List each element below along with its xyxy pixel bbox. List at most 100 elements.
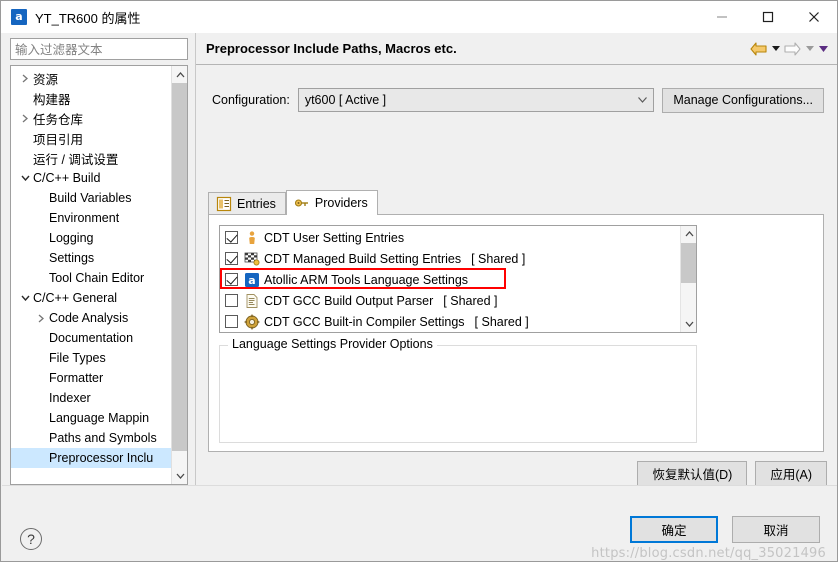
- cancel-button[interactable]: 取消: [732, 516, 820, 543]
- sidebar-item-label: C/C++ Build: [33, 171, 101, 185]
- help-question-icon[interactable]: ?: [20, 528, 42, 550]
- page-action-buttons: 恢复默认值(D) 应用(A): [637, 461, 827, 486]
- provider-row[interactable]: CDT GCC Build Output Parser [ Shared ]: [220, 290, 680, 311]
- providers-tab-panel: CDT User Setting Entries CDT Managed Buil…: [208, 214, 824, 452]
- providers-scrollbar[interactable]: [680, 226, 696, 332]
- provider-row[interactable]: CDT Managed Build Setting Entries [ Share…: [220, 248, 680, 269]
- minimize-icon[interactable]: [699, 1, 745, 33]
- more-chevron-down-icon[interactable]: [818, 43, 829, 55]
- back-arrow-icon[interactable]: [750, 41, 767, 56]
- sidebar-item[interactable]: Settings: [11, 248, 171, 268]
- scroll-up-icon[interactable]: [681, 226, 696, 242]
- provider-shared-badge: [ Shared ]: [474, 314, 529, 329]
- tree-scrollbar-thumb[interactable]: [172, 83, 187, 451]
- gear-settings-icon: [244, 314, 260, 330]
- sidebar-item[interactable]: 项目引用: [11, 128, 171, 148]
- sidebar-item-label: 任务仓库: [33, 112, 84, 127]
- sidebar-item[interactable]: Environment: [11, 208, 171, 228]
- sidebar-item-label: Tool Chain Editor: [49, 271, 145, 285]
- chevron-right-icon[interactable]: [17, 108, 33, 128]
- forward-menu-chevron-down-icon[interactable]: [804, 43, 815, 55]
- sidebar-item[interactable]: 运行 / 调试设置: [11, 148, 171, 168]
- sidebar-item-label: Code Analysis: [49, 311, 129, 325]
- tab-entries[interactable]: Entries: [208, 192, 286, 215]
- tree-vertical-scrollbar[interactable]: [171, 66, 187, 484]
- sidebar-item[interactable]: C/C++ General: [11, 288, 171, 308]
- sidebar-item-label: 资源: [33, 72, 59, 87]
- settings-tree-pane: 输入过滤器文本 资源 构建器任务仓库 项目引用 运行 / 调试设置 C/C++ Buil…: [2, 33, 194, 502]
- scroll-down-icon[interactable]: [681, 316, 696, 332]
- chevron-down-icon[interactable]: [17, 168, 33, 188]
- sidebar-item[interactable]: 任务仓库: [11, 108, 171, 128]
- sidebar-item[interactable]: C/C++ Build: [11, 168, 171, 188]
- forward-arrow-icon[interactable]: [784, 41, 801, 56]
- sidebar-item[interactable]: Documentation: [11, 328, 171, 348]
- sidebar-item[interactable]: Indexer: [11, 388, 171, 408]
- tab-entries-label: Entries: [237, 197, 276, 211]
- sidebar-item[interactable]: Paths and Symbols: [11, 428, 171, 448]
- sidebar-item[interactable]: Formatter: [11, 368, 171, 388]
- sidebar-item-label: File Types: [49, 351, 106, 365]
- provider-label: Atollic ARM Tools Language Settings: [264, 272, 469, 287]
- tree-item-list: 资源 构建器任务仓库 项目引用 运行 / 调试设置 C/C++ Build Build V…: [11, 68, 171, 470]
- chevron-right-icon[interactable]: [33, 308, 49, 328]
- provider-checkbox[interactable]: [225, 231, 238, 244]
- sidebar-item-label: CMSIS-SVD 设置: [33, 469, 131, 471]
- provider-checkbox[interactable]: [225, 315, 238, 328]
- provider-checkbox[interactable]: [225, 273, 238, 286]
- provider-label: CDT User Setting Entries: [264, 230, 405, 245]
- back-menu-chevron-down-icon[interactable]: [770, 43, 781, 55]
- close-icon[interactable]: [791, 1, 837, 33]
- sidebar-item[interactable]: 资源: [11, 68, 171, 88]
- sidebar-item[interactable]: File Types: [11, 348, 171, 368]
- sidebar-item[interactable]: Logging: [11, 228, 171, 248]
- sidebar-item[interactable]: CMSIS-SVD 设置: [11, 468, 171, 470]
- sidebar-item-label: Logging: [49, 231, 94, 245]
- provider-checkbox[interactable]: [225, 294, 238, 307]
- tab-providers[interactable]: Providers: [285, 190, 378, 215]
- configuration-dropdown[interactable]: yt600 [ Active ]: [297, 88, 655, 112]
- providers-list-box[interactable]: CDT User Setting Entries CDT Managed Buil…: [219, 225, 697, 333]
- scroll-down-icon[interactable]: [172, 467, 187, 484]
- settings-tree[interactable]: 资源 构建器任务仓库 项目引用 运行 / 调试设置 C/C++ Build Build V…: [10, 65, 188, 485]
- apply-button[interactable]: 应用(A): [755, 461, 827, 486]
- manage-configurations-button[interactable]: Manage Configurations...: [662, 87, 824, 113]
- user-person-icon: [244, 230, 260, 246]
- checkered-flag-icon: [244, 251, 260, 267]
- provider-row[interactable]: a Atollic ARM Tools Language Settings: [220, 269, 680, 290]
- sidebar-item[interactable]: Build Variables: [11, 188, 171, 208]
- sidebar-item[interactable]: Language Mappin: [11, 408, 171, 428]
- watermark-text: https://blog.csdn.net/qq_35021496: [591, 546, 826, 561]
- provider-row[interactable]: CDT GCC Built-in Compiler Settings [ Shar…: [220, 311, 680, 332]
- providers-scrollbar-thumb[interactable]: [681, 243, 696, 283]
- sidebar-item-label: Environment: [49, 211, 120, 225]
- atollic-a-icon: a: [244, 272, 260, 288]
- sidebar-item[interactable]: Preprocessor Inclu: [11, 448, 171, 468]
- maximize-icon[interactable]: [745, 1, 791, 33]
- provider-label: CDT GCC Built-in Compiler Settings: [264, 314, 465, 329]
- sidebar-item[interactable]: 构建器: [11, 88, 171, 108]
- provider-checkbox[interactable]: [225, 252, 238, 265]
- chevron-down-icon[interactable]: [17, 288, 33, 308]
- chevron-right-icon[interactable]: [17, 68, 33, 88]
- provider-row[interactable]: CDT User Setting Entries: [220, 227, 680, 248]
- language-settings-provider-options-group: Language Settings Provider Options: [219, 337, 697, 443]
- ok-button[interactable]: 确定: [630, 516, 718, 543]
- svg-text:a: a: [248, 274, 255, 287]
- scroll-up-icon[interactable]: [172, 66, 187, 83]
- sidebar-item[interactable]: Tool Chain Editor: [11, 268, 171, 288]
- sidebar-item[interactable]: Code Analysis: [11, 308, 171, 328]
- configuration-label: Configuration:: [212, 93, 290, 107]
- filter-input[interactable]: 输入过滤器文本: [10, 38, 188, 60]
- restore-defaults-button[interactable]: 恢复默认值(D): [637, 461, 748, 486]
- page-navigation: [750, 41, 829, 56]
- chevron-down-icon[interactable]: [638, 89, 648, 111]
